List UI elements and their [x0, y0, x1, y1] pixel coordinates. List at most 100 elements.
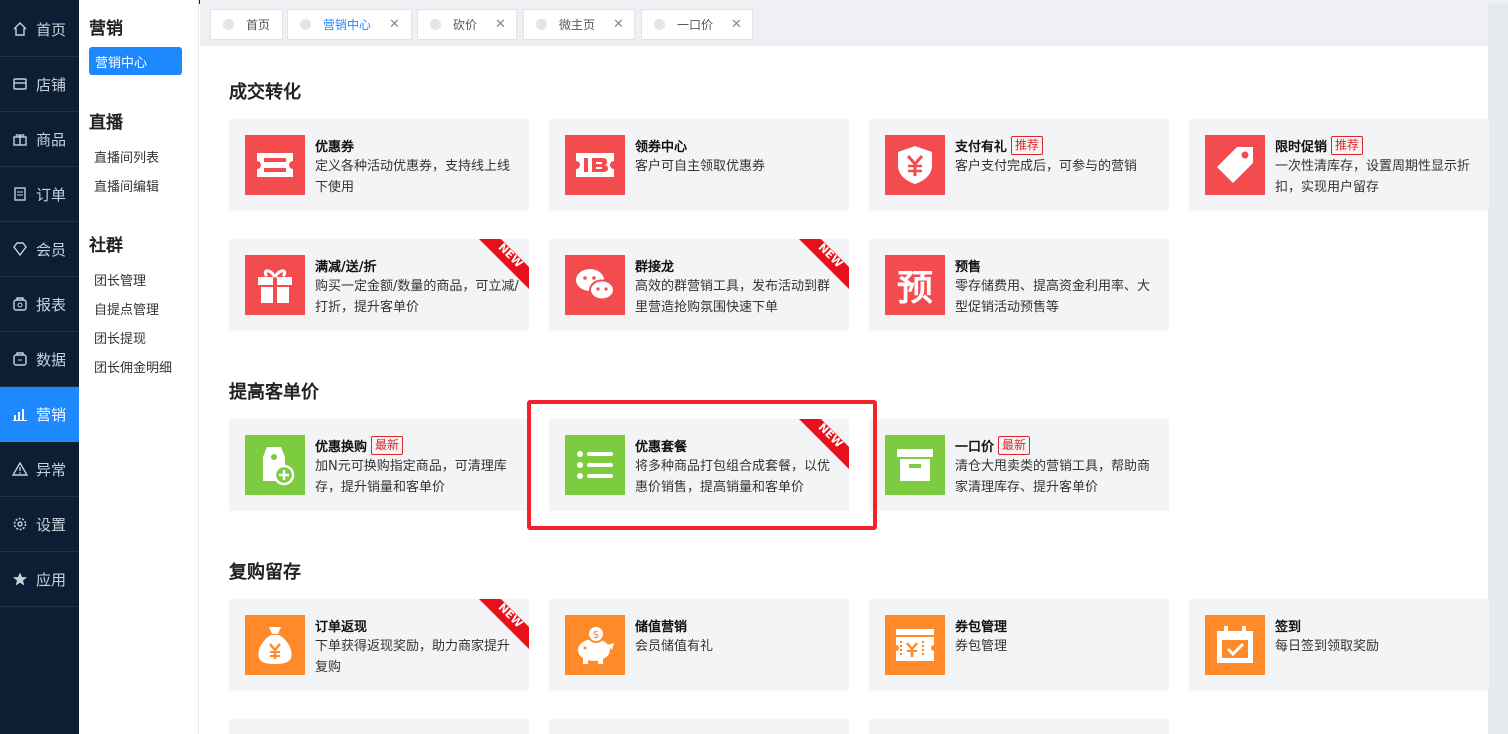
tab-0[interactable]: 首页	[210, 9, 283, 40]
feature-card[interactable]: $ 储值营销 会员储值有礼	[549, 599, 849, 691]
card-title-text: 券包管理	[955, 620, 1008, 635]
card-title-text: 订单返现	[315, 620, 368, 635]
scrollbar[interactable]	[1488, 4, 1508, 734]
feature-card[interactable]: 券包管理 券包管理	[869, 599, 1169, 691]
gift-box-icon	[245, 255, 305, 315]
section-title: 复购留存	[229, 562, 301, 583]
new-ribbon: NEW	[799, 239, 849, 289]
nav-item-label: 首页	[36, 20, 67, 39]
card-description: 会员储值有礼	[635, 639, 714, 654]
nav-item-8[interactable]: 异常	[0, 442, 79, 497]
card-description: 清仓大甩卖类的营销工具，帮助商家清理库存、提升客单价	[955, 459, 1151, 495]
coupon-pack-icon	[885, 615, 945, 675]
tab-close-icon[interactable]: ✕	[495, 17, 506, 32]
card-title: 领券中心	[635, 136, 687, 155]
tab-label: 一口价	[677, 18, 714, 32]
gear-icon	[12, 516, 28, 532]
card-title-text: 领券中心	[635, 140, 688, 155]
submenu-item-leader-manage[interactable]: 团长管理	[94, 270, 146, 289]
feature-card[interactable]: 领券中心 客户可自主领取优惠券	[549, 119, 849, 211]
order-icon	[12, 186, 28, 202]
submenu-group-community: 社群	[89, 236, 123, 256]
tab-4[interactable]: 一口价 ✕	[641, 9, 753, 40]
feature-card[interactable]	[229, 719, 529, 734]
submenu-item-live-edit[interactable]: 直播间编辑	[94, 176, 159, 195]
feature-card[interactable]: 预预售零存储费用、提高资金利用率、大型促销活动预售等	[869, 239, 1169, 331]
report-icon	[12, 296, 28, 312]
tab-1[interactable]: 营销中心 ✕	[287, 9, 412, 40]
card-title-text: 支付有礼	[955, 140, 1008, 155]
nav-item-1[interactable]: 店铺	[0, 57, 79, 112]
tab-3[interactable]: 微主页 ✕	[523, 9, 635, 40]
card-badge: 推荐	[1011, 136, 1044, 155]
card-title-text: 储值营销	[635, 620, 688, 635]
feature-card[interactable]: 群接龙 高效的群营销工具，发布活动到群里营造抢购氛围快速下单 NEW	[549, 239, 849, 331]
feature-card[interactable]: 满减/送/折 购买一定金额/数量的商品，可立减/打折，提升客单价 NEW	[229, 239, 529, 331]
price-tag-icon	[1205, 135, 1265, 195]
nav-item-label: 会员	[36, 240, 67, 259]
card-description: 定义各种活动优惠券，支持线上线下使用	[315, 159, 511, 195]
card-title-text: 限时促销	[1275, 140, 1328, 155]
nav-item-3[interactable]: 订单	[0, 167, 79, 222]
nav-item-label: 应用	[36, 570, 67, 589]
nav-item-2[interactable]: 商品	[0, 112, 79, 167]
gift-icon	[12, 131, 28, 147]
card-title: 满减/送/折	[315, 256, 377, 275]
submenu-item-leader-commission[interactable]: 团长佣金明细	[94, 357, 172, 376]
feature-card[interactable]	[869, 719, 1169, 734]
chart-icon	[12, 406, 28, 422]
presale-icon: 预	[885, 255, 945, 315]
feature-card[interactable]: 支付有礼 推荐 客户支付完成后，可参与的营销	[869, 119, 1169, 211]
feature-card[interactable]: 一口价 最新清仓大甩卖类的营销工具，帮助商家清理库存、提升客单价	[869, 419, 1169, 511]
nav-item-10[interactable]: 应用	[0, 552, 79, 607]
card-description: 零存储费用、提高资金利用率、大型促销活动预售等	[955, 279, 1151, 315]
card-title-text: 签到	[1275, 620, 1302, 635]
feature-card[interactable]: 订单返现 下单获得返现奖励，助力商家提升复购 NEW	[229, 599, 529, 691]
tab-close-icon[interactable]: ✕	[731, 17, 742, 32]
nav-item-label: 订单	[36, 185, 67, 204]
submenu-item-marketing-center[interactable]: 营销中心	[89, 47, 182, 75]
money-bag-icon	[245, 615, 305, 675]
nav-item-0[interactable]: 首页	[0, 2, 79, 57]
tab-label: 首页	[246, 18, 271, 32]
tab-close-icon[interactable]: ✕	[389, 17, 400, 32]
nav-item-6[interactable]: 数据	[0, 332, 79, 387]
submenu-item-live-list[interactable]: 直播间列表	[94, 147, 159, 166]
card-title: 一口价 最新	[955, 436, 1031, 455]
submenu-item-pickup-manage[interactable]: 自提点管理	[94, 299, 159, 318]
submenu-item-leader-withdraw[interactable]: 团长提现	[94, 328, 146, 347]
feature-card[interactable]: 优惠换购 最新加N元可换购指定商品，可清理库存，提升销量和客单价	[229, 419, 529, 511]
star-icon	[12, 571, 28, 587]
card-title: 优惠换购 最新	[315, 436, 404, 455]
tab-dot-icon	[300, 19, 311, 30]
feature-card[interactable]	[549, 719, 849, 734]
card-title: 群接龙	[635, 256, 674, 275]
highlight-box	[527, 400, 877, 530]
tab-2[interactable]: 砍价 ✕	[417, 9, 517, 40]
nav-item-5[interactable]: 报表	[0, 277, 79, 332]
nav-item-4[interactable]: 会员	[0, 222, 79, 277]
tab-label: 微主页	[559, 18, 596, 32]
card-title: 支付有礼 推荐	[955, 136, 1044, 155]
home-icon	[12, 21, 28, 37]
card-description: 加N元可换购指定商品，可清理库存，提升销量和客单价	[315, 459, 507, 495]
diamond-icon	[12, 241, 28, 257]
feature-card[interactable]: 优惠券定义各种活动优惠券，支持线上线下使用	[229, 119, 529, 211]
card-badge: 最新	[998, 436, 1031, 455]
feature-card[interactable]: 签到 每日签到领取奖励	[1189, 599, 1489, 691]
tab-dot-icon	[223, 19, 234, 30]
feature-card[interactable]: 限时促销 推荐 一次性清库存，设置周期性显示折扣，实现用户留存	[1189, 119, 1489, 211]
tab-close-icon[interactable]: ✕	[613, 17, 624, 32]
submenu-group-live: 直播	[89, 113, 123, 133]
card-title-text: 一口价	[955, 440, 995, 455]
nav-item-9[interactable]: 设置	[0, 497, 79, 552]
store-icon	[12, 76, 28, 92]
card-title: 优惠券	[315, 136, 354, 155]
new-ribbon: NEW	[479, 239, 529, 289]
tab-dot-icon	[536, 19, 547, 30]
calendar-check-icon	[1205, 615, 1265, 675]
nav-item-label: 报表	[36, 295, 67, 314]
card-title-text: 预售	[955, 260, 982, 275]
nav-item-7[interactable]: 营销	[0, 387, 79, 442]
card-title: 券包管理	[955, 616, 1007, 635]
